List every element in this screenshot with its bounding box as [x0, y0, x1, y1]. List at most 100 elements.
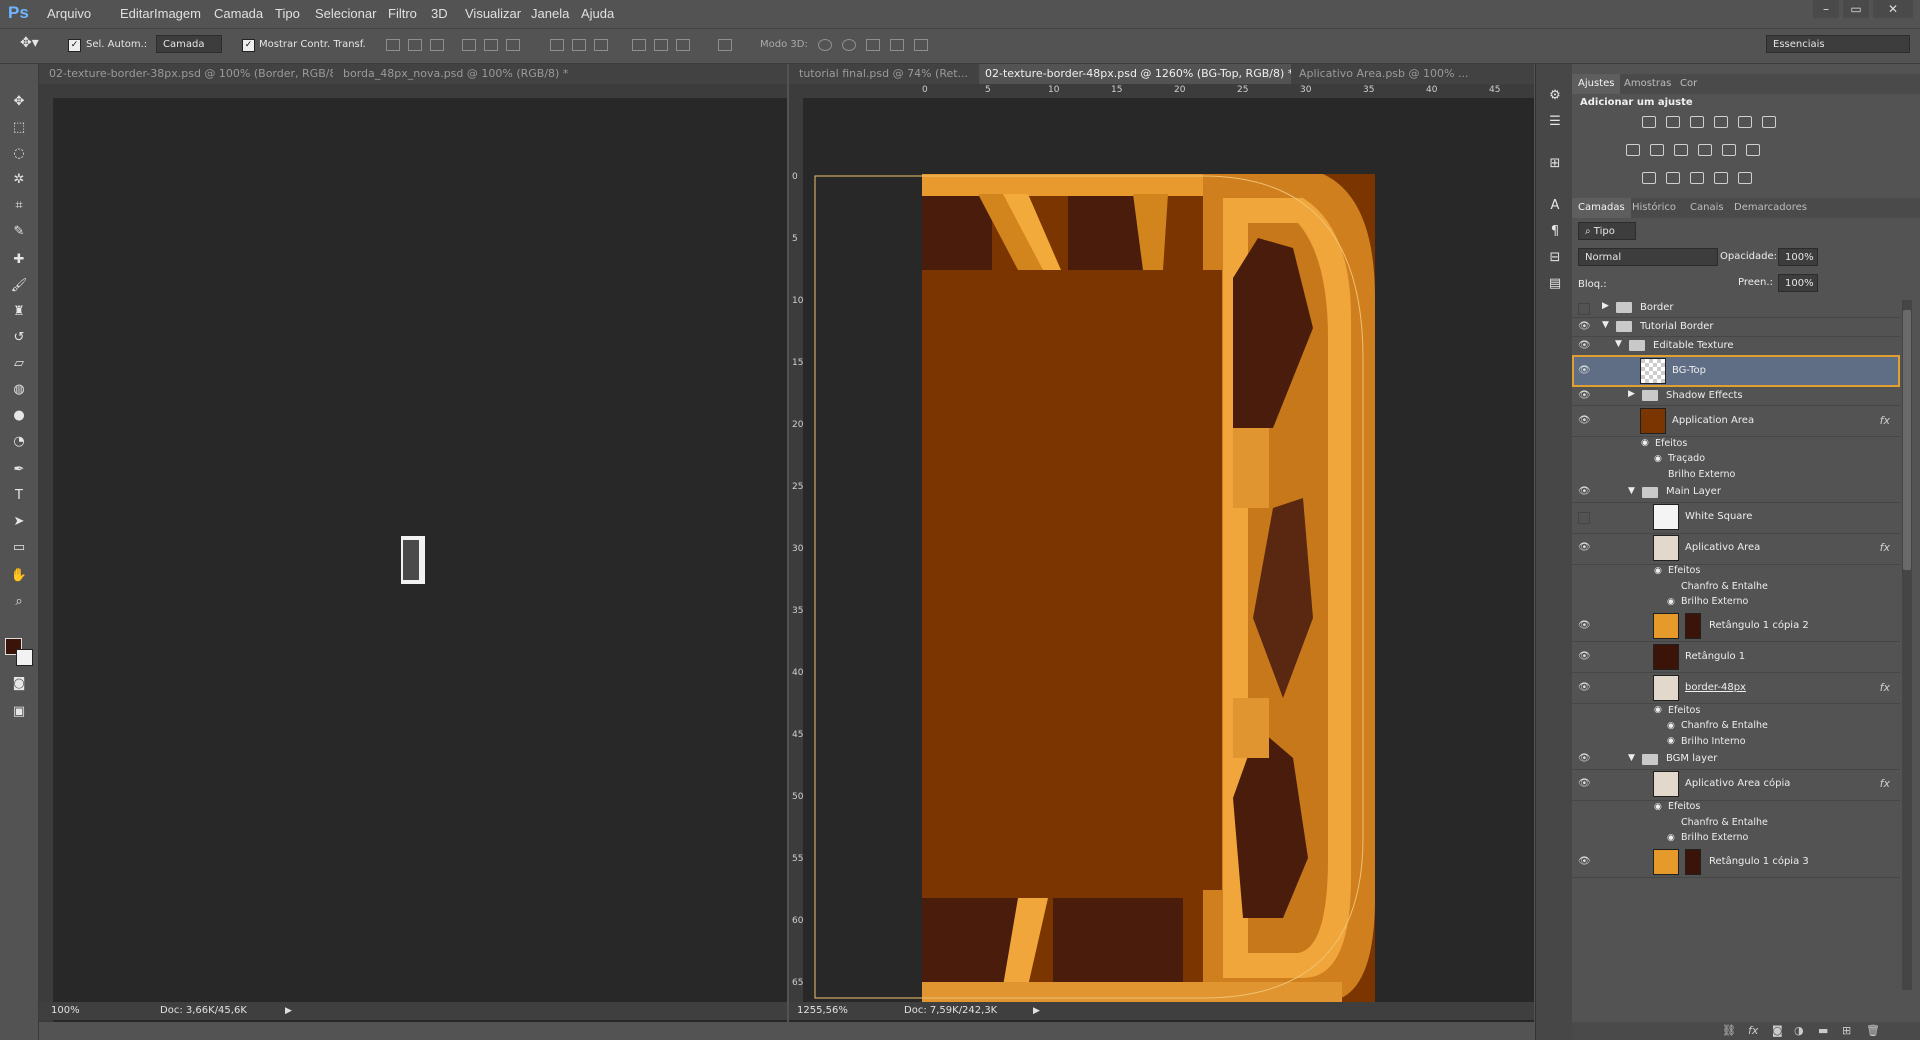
expand-arrow-icon[interactable]: ▶	[1628, 389, 1635, 399]
visibility-eye-icon[interactable]: 👁	[1578, 779, 1592, 789]
visibility-eye-icon[interactable]: 👁	[1578, 754, 1592, 764]
levels-icon[interactable]	[1666, 116, 1680, 128]
layer-group-row[interactable]: 👁 ▼ Editable Texture	[1572, 336, 1900, 356]
character-panel-icon[interactable]: A	[1546, 198, 1564, 214]
move-tool-icon[interactable]: ✥	[10, 94, 28, 110]
layer-group-row[interactable]: ▶ Border	[1572, 298, 1900, 318]
layer-effect-row[interactable]: ◉ Efeitos	[1572, 564, 1900, 580]
texture-canvas[interactable]	[803, 98, 1534, 1002]
path-select-icon[interactable]: ➤	[10, 514, 28, 530]
visibility-eye-icon[interactable]: 👁	[1578, 487, 1592, 497]
expand-arrow-icon[interactable]: ▶	[1602, 301, 1609, 311]
channel-mixer-icon[interactable]	[1698, 144, 1712, 156]
distribute-vcenter-icon[interactable]	[572, 39, 586, 51]
tab-texture-border-48[interactable]: 02-texture-border-48px.psd @ 1260% (BG-T…	[979, 64, 1291, 84]
effect-visibility-icon[interactable]: ◉	[1654, 566, 1662, 576]
minimize-button[interactable]: –	[1813, 0, 1839, 18]
curves-icon[interactable]	[1690, 116, 1704, 128]
type-tool-icon[interactable]: T	[10, 488, 28, 504]
tab-aplicativo-area[interactable]: Aplicativo Area.psb @ 100% ...	[1293, 64, 1483, 84]
history-panel-icon[interactable]: ⚙	[1546, 88, 1564, 104]
menu-imagem[interactable]: Imagem	[154, 6, 201, 21]
layer-group-row[interactable]: 👁 ▼ Main Layer	[1572, 483, 1900, 503]
visibility-eye-icon[interactable]: 👁	[1578, 543, 1592, 553]
layer-effect-row[interactable]: ◉ Efeitos	[1572, 436, 1900, 452]
marquee-tool-icon[interactable]: ⬚	[10, 120, 28, 136]
link-layers-icon[interactable]: ⛓	[1722, 1022, 1736, 1040]
align-top-icon[interactable]	[386, 39, 400, 51]
layer-effect-row[interactable]: ◉ Efeitos	[1572, 800, 1900, 816]
effect-visibility-icon[interactable]: ◉	[1667, 721, 1675, 731]
pan-3d-icon[interactable]	[866, 39, 880, 51]
hand-tool-icon[interactable]: ✋	[10, 568, 28, 584]
auto-select-dropdown[interactable]: Camada	[156, 35, 222, 53]
tab-cor[interactable]: Cor	[1674, 74, 1703, 94]
hue-sat-icon[interactable]	[1762, 116, 1776, 128]
show-transform-checkbox[interactable]: ✓	[242, 39, 255, 52]
visibility-eye-icon[interactable]: 👁	[1578, 415, 1592, 426]
quick-mask-icon[interactable]: ◙	[10, 676, 28, 692]
status-arrow-icon[interactable]: ▶	[1033, 1002, 1040, 1020]
menu-filtro[interactable]: Filtro	[388, 6, 417, 21]
blend-mode-dropdown[interactable]: Normal	[1578, 248, 1718, 266]
layer-row[interactable]: 👁 Retângulo 1 cópia 3	[1572, 846, 1900, 878]
crop-tool-icon[interactable]: ⌗	[10, 198, 28, 214]
history-brush-icon[interactable]: ↺	[10, 330, 28, 346]
layer-effect-row[interactable]: Chanfro & Entalhe	[1572, 815, 1900, 831]
layer-row[interactable]: 👁 Aplicativo Area cópia fx	[1572, 769, 1900, 801]
tab-historico[interactable]: Histórico	[1626, 198, 1682, 218]
menu-selecionar[interactable]: Selecionar	[315, 6, 376, 21]
layer-effect-row[interactable]: ◉ Brilho Externo	[1572, 595, 1900, 611]
visibility-eye-icon[interactable]	[1578, 302, 1590, 315]
properties-panel-icon[interactable]: ☰	[1546, 114, 1564, 130]
layer-group-row[interactable]: 👁 ▼ BGM layer	[1572, 750, 1900, 770]
layer-effect-row[interactable]: ◉ Efeitos	[1572, 703, 1900, 719]
threshold-icon[interactable]	[1666, 172, 1680, 184]
visibility-eye-icon[interactable]: 👁	[1578, 390, 1592, 401]
layer-effect-row[interactable]: ◉ Chanfro & Entalhe	[1572, 719, 1900, 735]
screen-mode-icon[interactable]: ▣	[10, 704, 28, 720]
posterize-icon[interactable]	[1642, 172, 1656, 184]
scroll-thumb[interactable]	[1903, 310, 1911, 570]
layer-mask-thumbnail[interactable]	[1685, 612, 1701, 639]
menu-3d[interactable]: 3D	[431, 6, 448, 21]
gradient-map-icon[interactable]	[1690, 172, 1704, 184]
menu-arquivo[interactable]: Arquivo	[47, 6, 91, 21]
tab-borda-48[interactable]: borda_48px_nova.psd @ 100% (RGB/8) *	[337, 64, 627, 84]
layer-effect-row[interactable]: Chanfro & Entalhe	[1572, 579, 1900, 595]
selective-color-icon[interactable]	[1714, 172, 1728, 184]
move-tool-icon[interactable]: ✥▾	[20, 35, 39, 51]
color-balance-icon[interactable]	[1626, 144, 1640, 156]
workspace-dropdown[interactable]: Essenciais	[1766, 35, 1910, 53]
lasso-tool-icon[interactable]: ◌	[10, 146, 28, 162]
roll-3d-icon[interactable]	[842, 39, 856, 51]
magic-wand-icon[interactable]: ✲	[10, 172, 28, 188]
layer-effect-row[interactable]: ◉ Brilho Interno	[1572, 734, 1900, 750]
blur-tool-icon[interactable]: ●	[10, 408, 28, 424]
fill-field[interactable]: 100%	[1778, 274, 1818, 292]
new-layer-icon[interactable]: ⊞	[1842, 1022, 1851, 1040]
tab-ajustes[interactable]: Ajustes	[1572, 74, 1621, 94]
distribute-hcenter-icon[interactable]	[654, 39, 668, 51]
menu-visualizar[interactable]: Visualizar	[465, 6, 521, 21]
layer-group-row[interactable]: 👁 ▶ Shadow Effects	[1572, 386, 1900, 406]
visibility-eye-icon[interactable]: 👁	[1578, 620, 1592, 631]
layer-effect-row[interactable]: Brilho Externo	[1572, 467, 1900, 483]
distribute-top-icon[interactable]	[550, 39, 564, 51]
effect-visibility-icon[interactable]: ◉	[1667, 833, 1675, 843]
menu-janela[interactable]: Janela	[531, 6, 569, 21]
auto-select-checkbox[interactable]: ✓	[68, 39, 81, 52]
brush-tool-icon[interactable]: 🖌	[10, 278, 28, 294]
distribute-bottom-icon[interactable]	[594, 39, 608, 51]
layer-row[interactable]: 👁 border-48px fx	[1572, 672, 1900, 704]
paint-bucket-icon[interactable]: ◍	[10, 382, 28, 398]
effect-visibility-icon[interactable]: ◉	[1667, 597, 1675, 607]
exposure-icon[interactable]	[1714, 116, 1728, 128]
scale-3d-icon[interactable]	[914, 39, 928, 51]
collapse-arrow-icon[interactable]: ▼	[1628, 486, 1635, 496]
trash-icon[interactable]: 🗑	[1866, 1022, 1880, 1040]
collapse-arrow-icon[interactable]: ▼	[1615, 339, 1622, 349]
collapse-arrow-icon[interactable]: ▼	[1628, 753, 1635, 763]
paragraph-panel-icon[interactable]: ¶	[1546, 224, 1564, 240]
tab-demarcadores[interactable]: Demarcadores	[1728, 198, 1813, 218]
